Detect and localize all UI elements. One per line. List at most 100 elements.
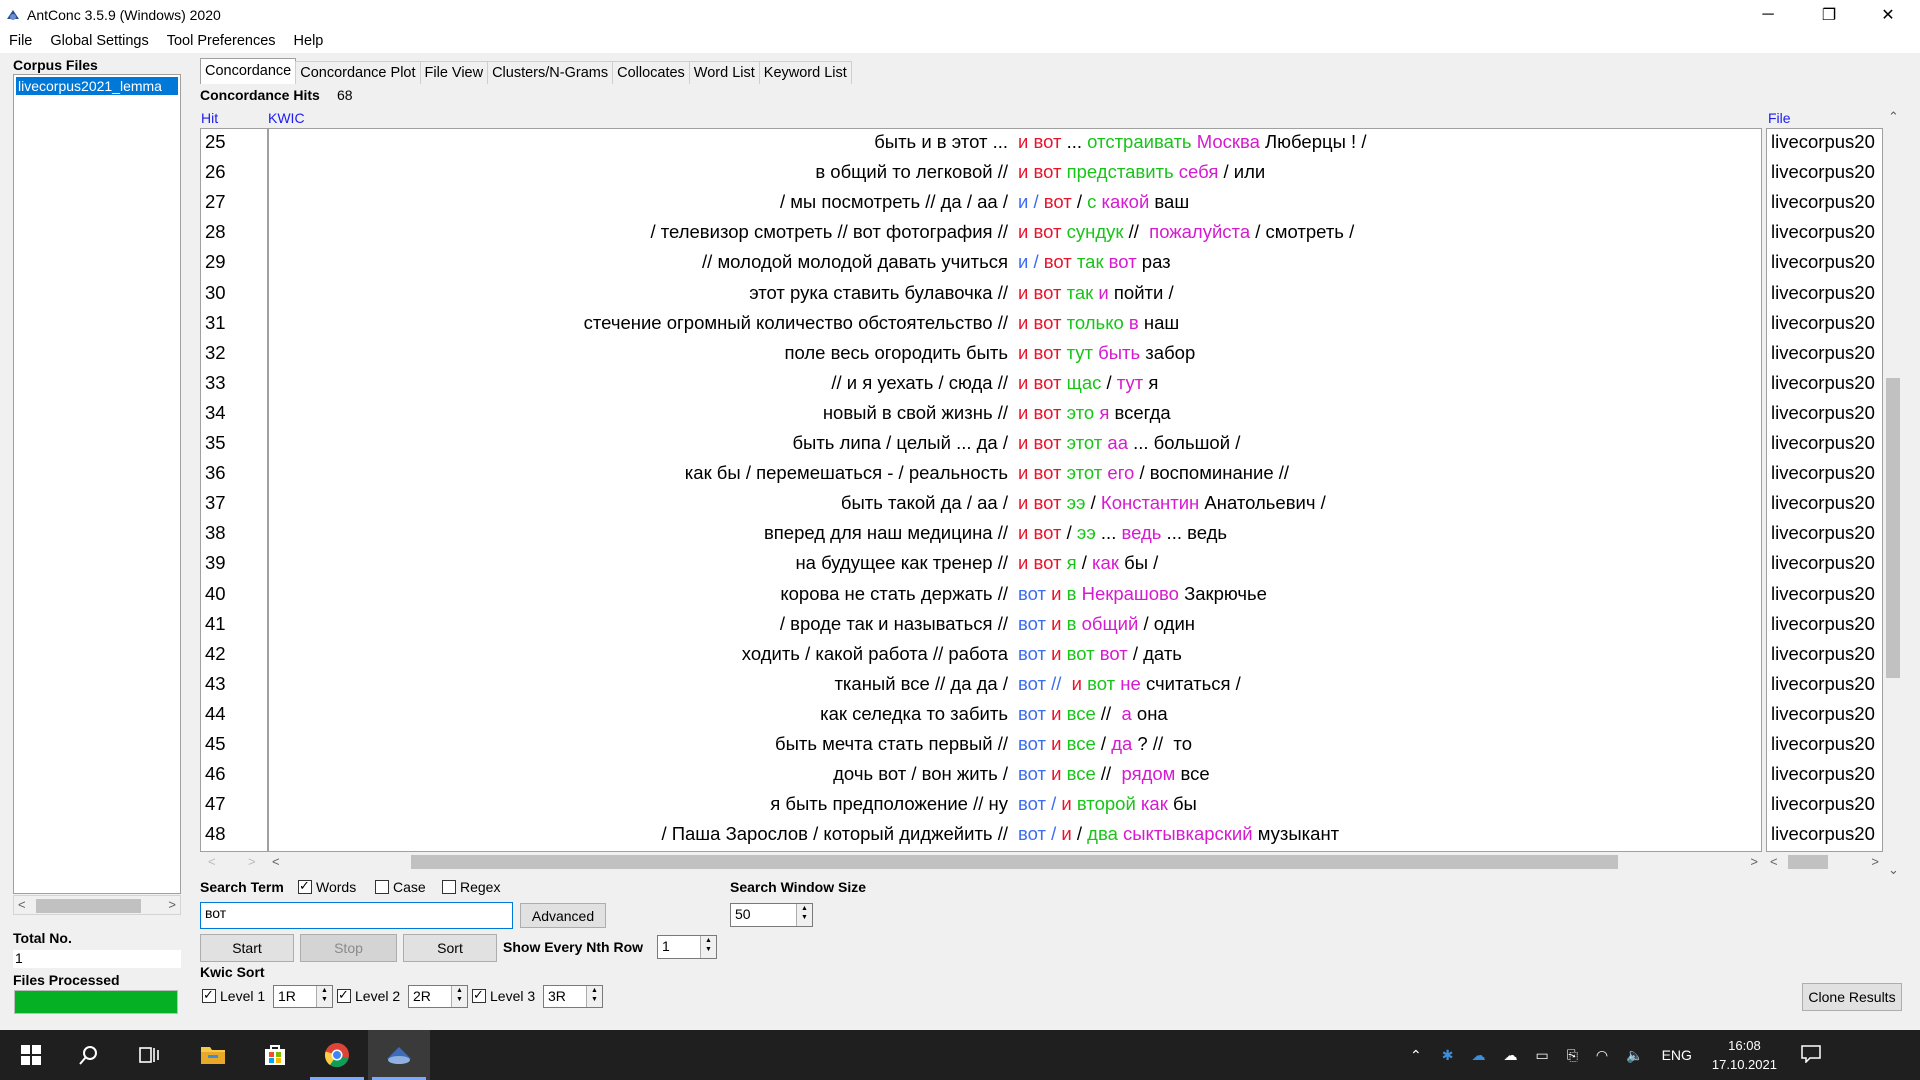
hit-number[interactable]: 48 <box>205 819 226 849</box>
spin-down-icon[interactable]: ▼ <box>701 945 716 954</box>
level1-spinner[interactable]: ▲ ▼ <box>316 986 332 1007</box>
column-header-kwic[interactable]: KWIC <box>268 110 305 126</box>
spin-up-icon[interactable]: ▲ <box>452 986 467 995</box>
tab-clusters-ngrams[interactable]: Clusters/N-Grams <box>487 61 614 84</box>
level1-checkbox[interactable] <box>202 987 216 1003</box>
file-name-cell[interactable]: livecorpus20 <box>1771 278 1875 308</box>
level3-select[interactable]: 3R ▲ ▼ <box>543 985 603 1008</box>
regex-option[interactable]: Regex <box>442 879 500 895</box>
file-name-cell[interactable]: livecorpus20 <box>1771 699 1875 729</box>
regex-checkbox[interactable] <box>442 880 456 894</box>
hit-number[interactable]: 35 <box>205 428 226 458</box>
kwic-right-context[interactable]: и вот ээ / Константин Анатольевич / <box>1018 488 1326 518</box>
level2-checkbox[interactable] <box>337 987 351 1003</box>
scroll-right-icon[interactable]: > <box>1750 854 1758 869</box>
menu-file[interactable]: File <box>0 33 41 49</box>
scroll-right-icon[interactable]: > <box>168 897 176 912</box>
hit-number[interactable]: 39 <box>205 548 226 578</box>
hit-number[interactable]: 31 <box>205 308 226 338</box>
kwic-right-context[interactable]: и вот так и пойти / <box>1018 278 1174 308</box>
hit-number[interactable]: 28 <box>205 217 226 247</box>
file-name-cell[interactable]: livecorpus20 <box>1771 157 1875 187</box>
clock[interactable]: 16:08 17.10.2021 <box>1712 1036 1777 1074</box>
chrome-icon[interactable] <box>306 1030 368 1080</box>
kwic-left-context[interactable]: на будущее как тренер // <box>795 548 1008 578</box>
hit-number[interactable]: 34 <box>205 398 226 428</box>
spin-up-icon[interactable]: ▲ <box>587 986 602 995</box>
hit-number[interactable]: 42 <box>205 639 226 669</box>
search-window-size-input[interactable]: 50 ▲ ▼ <box>730 903 813 927</box>
kwic-left-context[interactable]: новый в свой жизнь // <box>823 398 1008 428</box>
hit-number[interactable]: 44 <box>205 699 226 729</box>
hit-number[interactable]: 29 <box>205 247 226 277</box>
kwic-right-context[interactable]: и вот / ээ ... ведь ... ведь <box>1018 518 1227 548</box>
file-name-cell[interactable]: livecorpus20 <box>1771 789 1875 819</box>
level1-select[interactable]: 1R ▲ ▼ <box>273 985 333 1008</box>
tab-concordance-plot[interactable]: Concordance Plot <box>295 61 421 84</box>
tab-word-list[interactable]: Word List <box>688 61 760 84</box>
hit-number[interactable]: 47 <box>205 789 226 819</box>
level1-option[interactable]: Level 1 <box>202 987 265 1004</box>
hit-number[interactable]: 33 <box>205 368 226 398</box>
kwic-left-context[interactable]: / Паша Зарослов / который диджейить // <box>661 819 1008 849</box>
search-term-input[interactable]: вот <box>200 902 513 929</box>
stop-button[interactable]: Stop <box>300 934 397 962</box>
kwic-left-context[interactable]: корова не стать держать // <box>780 579 1008 609</box>
menu-tool-preferences[interactable]: Tool Preferences <box>158 33 285 49</box>
kwic-right-context[interactable]: и вот это я всегда <box>1018 398 1171 428</box>
file-explorer-icon[interactable] <box>182 1030 244 1080</box>
kwic-right-context[interactable]: и вот сундук // пожалуйста / смотреть / <box>1018 217 1354 247</box>
level3-spinner[interactable]: ▲ ▼ <box>586 986 602 1007</box>
kwic-left-context[interactable]: как бы / перемешаться - / реальность <box>685 458 1008 488</box>
results-vscroll-thumb[interactable] <box>1886 378 1900 678</box>
kwic-right-context[interactable]: вот / и / два сыктывкарский музыкант <box>1018 819 1339 849</box>
kwic-right-context[interactable]: и вот представить себя / или <box>1018 157 1265 187</box>
microsoft-store-icon[interactable] <box>244 1030 306 1080</box>
show-hidden-icons-icon[interactable]: ⌃ <box>1410 1047 1422 1064</box>
hit-number[interactable]: 25 <box>205 129 226 157</box>
hit-hscrollbar[interactable]: < > <box>200 852 268 872</box>
file-name-cell[interactable]: livecorpus20 <box>1771 458 1875 488</box>
scroll-left-icon[interactable]: < <box>1770 854 1778 869</box>
column-header-hit[interactable]: Hit <box>201 110 218 126</box>
hit-number-column[interactable]: 25 26 27 28 29 30 31 32 33 34 35 36 37 38 39 40 41 42 43 44… <box>200 128 268 852</box>
nth-row-spinner[interactable]: ▲ ▼ <box>700 936 716 958</box>
minimize-button[interactable]: ─ <box>1740 0 1796 29</box>
file-name-cell[interactable]: livecorpus20 <box>1771 217 1875 247</box>
tab-collocates[interactable]: Collocates <box>612 61 690 84</box>
kwic-right-context[interactable]: и вот тут быть забор <box>1018 338 1195 368</box>
hit-number[interactable]: 27 <box>205 187 226 217</box>
file-name-cell[interactable]: livecorpus20 <box>1771 579 1875 609</box>
column-header-file[interactable]: File <box>1768 110 1791 126</box>
kwic-scroll-thumb[interactable] <box>411 855 1618 869</box>
file-name-cell[interactable]: livecorpus20 <box>1771 639 1875 669</box>
kwic-left-context[interactable]: / мы посмотреть // да / аа / <box>780 187 1008 217</box>
kwic-left-context[interactable]: // молодой молодой давать учиться <box>702 247 1008 277</box>
kwic-right-context[interactable]: и вот ... отстраивать Москва Люберцы ! / <box>1018 129 1366 157</box>
hit-number[interactable]: 36 <box>205 458 226 488</box>
case-option[interactable]: Case <box>375 879 426 895</box>
antconc-taskbar-icon[interactable] <box>368 1030 430 1080</box>
scroll-left-icon[interactable]: < <box>208 854 216 869</box>
hit-number[interactable]: 41 <box>205 609 226 639</box>
hit-number[interactable]: 40 <box>205 579 226 609</box>
menu-global-settings[interactable]: Global Settings <box>41 33 157 49</box>
scroll-thumb[interactable] <box>36 899 141 913</box>
kwic-left-context[interactable]: стечение огромный количество обстоятельс… <box>584 308 1008 338</box>
menu-help[interactable]: Help <box>285 33 333 49</box>
case-checkbox[interactable] <box>375 880 389 894</box>
kwic-left-context[interactable]: быть мечта стать первый // <box>775 729 1008 759</box>
hit-number[interactable]: 43 <box>205 669 226 699</box>
file-name-cell[interactable]: livecorpus20 <box>1771 247 1875 277</box>
file-scroll-thumb[interactable] <box>1788 855 1828 869</box>
kwic-left-context[interactable]: дочь вот / вон жить / <box>833 759 1008 789</box>
kwic-left-context[interactable]: поле весь огородить быть <box>784 338 1008 368</box>
kwic-left-context[interactable]: быть и в этот ... <box>874 129 1008 157</box>
file-name-cell[interactable]: livecorpus20 <box>1771 368 1875 398</box>
spin-down-icon[interactable]: ▼ <box>317 995 332 1004</box>
kwic-right-context[interactable]: и / вот так вот раз <box>1018 247 1171 277</box>
file-name-cell[interactable]: livecorpus20 <box>1771 488 1875 518</box>
file-name-cell[interactable]: livecorpus20 <box>1771 308 1875 338</box>
corpus-file-item[interactable]: livecorpus2021_lemma <box>16 77 178 95</box>
file-name-cell[interactable]: livecorpus20 <box>1771 518 1875 548</box>
